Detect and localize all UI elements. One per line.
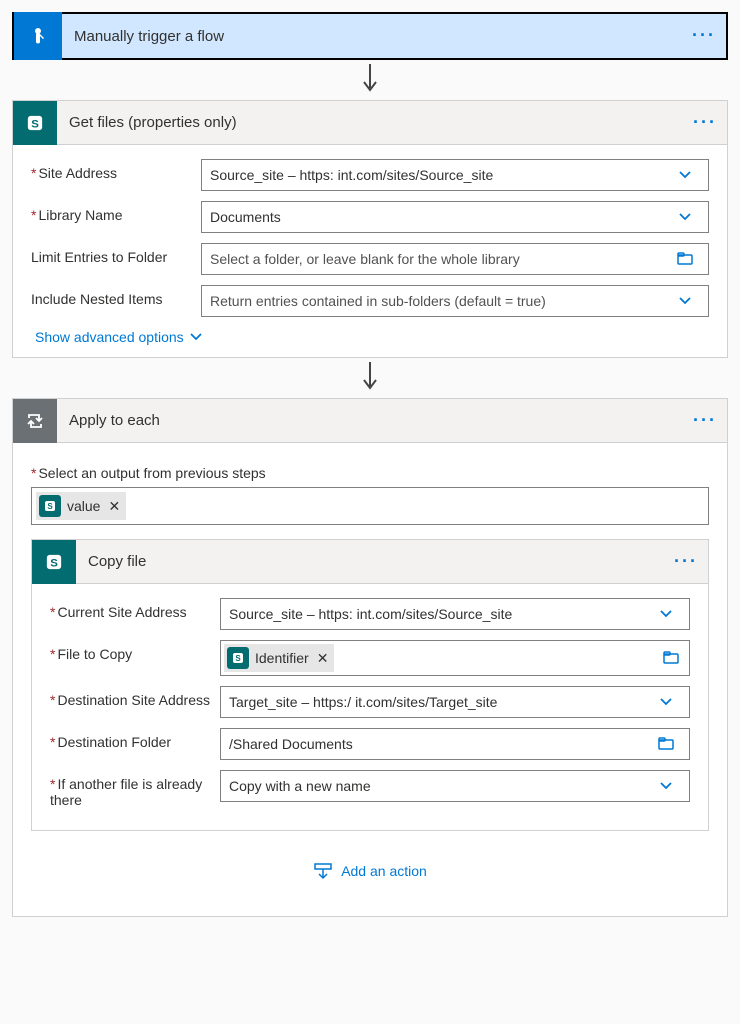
apply-to-each-menu[interactable]: ··· [683,413,727,429]
chevron-down-icon [670,213,700,221]
get-files-menu[interactable]: ··· [683,115,727,131]
add-action-button[interactable]: Add an action [313,861,427,881]
dest-folder-label: Destination Folder [50,728,220,750]
connector-arrow [12,60,728,100]
trigger-menu[interactable]: ··· [682,28,726,44]
apply-to-each-card: Apply to each ··· Select an output from … [12,398,728,917]
trigger-title: Manually trigger a flow [62,28,682,45]
library-name-dropdown[interactable]: Documents [201,201,709,233]
file-to-copy-label: File to Copy [50,640,220,662]
remove-token-icon[interactable]: ✕ [317,650,329,667]
output-select-input[interactable]: value ✕ [31,487,709,525]
manual-trigger-icon [14,12,62,60]
chevron-down-icon [651,610,681,618]
dest-site-dropdown[interactable]: Target_site – https:/ it.com/sites/Targe… [220,686,690,718]
chevron-down-icon [651,698,681,706]
chevron-down-icon [670,171,700,179]
library-name-label: Library Name [31,201,201,223]
site-address-label: Site Address [31,159,201,181]
folder-icon [670,251,700,267]
trigger-card[interactable]: Manually trigger a flow ··· [12,12,728,60]
sharepoint-icon [227,647,249,669]
current-site-dropdown[interactable]: Source_site – https: int.com/sites/Sourc… [220,598,690,630]
loop-icon [13,399,57,443]
limit-folder-label: Limit Entries to Folder [31,243,201,265]
if-exists-dropdown[interactable]: Copy with a new name [220,770,690,802]
limit-folder-picker[interactable]: Select a folder, or leave blank for the … [201,243,709,275]
include-nested-dropdown[interactable]: Return entries contained in sub-folders … [201,285,709,317]
include-nested-label: Include Nested Items [31,285,201,307]
sharepoint-icon [32,540,76,584]
chevron-down-icon [651,782,681,790]
apply-to-each-header[interactable]: Apply to each ··· [13,399,727,443]
site-address-dropdown[interactable]: Source_site – https: int.com/sites/Sourc… [201,159,709,191]
chevron-down-icon [670,297,700,305]
sharepoint-icon [39,495,61,517]
identifier-token[interactable]: Identifier ✕ [224,644,334,672]
file-to-copy-input[interactable]: Identifier ✕ [220,640,690,676]
get-files-title: Get files (properties only) [57,114,683,131]
add-action-icon [313,861,333,881]
get-files-card: Get files (properties only) ··· Site Add… [12,100,728,358]
output-select-label: Select an output from previous steps [31,465,709,481]
dest-site-label: Destination Site Address [50,686,220,708]
current-site-label: Current Site Address [50,598,220,620]
remove-token-icon[interactable]: ✕ [108,498,120,515]
sharepoint-icon [13,101,57,145]
copy-file-card: Copy file ··· Current Site Address Sourc… [31,539,709,831]
value-token[interactable]: value ✕ [36,492,126,520]
copy-file-title: Copy file [76,553,664,570]
folder-icon [656,650,686,666]
apply-to-each-title: Apply to each [57,412,683,429]
dest-folder-picker[interactable]: /Shared Documents [220,728,690,760]
copy-file-menu[interactable]: ··· [664,554,708,570]
connector-arrow [12,358,728,398]
show-advanced-link[interactable]: Show advanced options [35,329,709,345]
get-files-header[interactable]: Get files (properties only) ··· [13,101,727,145]
folder-icon [651,736,681,752]
copy-file-header[interactable]: Copy file ··· [32,540,708,584]
if-exists-label: If another file is already there [50,770,220,808]
